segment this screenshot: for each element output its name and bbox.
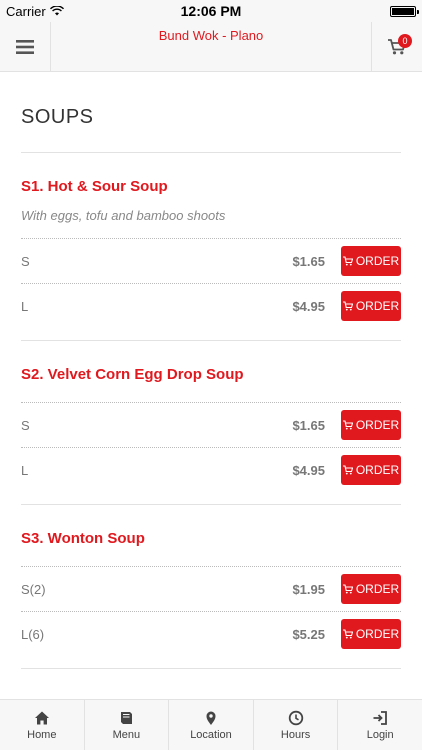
cart-count-badge: 0 [398, 34, 412, 48]
carrier-label: Carrier [6, 3, 46, 19]
price-row: L $4.95 ORDER [21, 283, 401, 328]
status-time: 12:06 PM [180, 3, 242, 19]
order-button[interactable]: ORDER [341, 291, 401, 321]
order-label: ORDER [355, 299, 400, 313]
item-divider [21, 668, 401, 669]
item-name: S2. Velvet Corn Egg Drop Soup [21, 366, 244, 383]
order-label: ORDER [355, 582, 400, 596]
size-label: S(2) [21, 581, 46, 597]
cart-icon [342, 301, 353, 311]
menu-content[interactable]: SOUPS S1. Hot & Sour Soup With eggs, tof… [0, 73, 422, 699]
status-bar: Carrier 12:06 PM [0, 0, 422, 22]
menu-item: S3. Wonton Soup S(2) $1.95 ORDER L(6) $5… [21, 505, 401, 669]
cart-icon [342, 584, 353, 594]
tab-label: Login [366, 728, 394, 741]
tab-label: Menu [112, 728, 141, 741]
tab-location[interactable]: Location [169, 700, 254, 750]
cart-icon [342, 256, 353, 266]
price-row: S(2) $1.95 ORDER [21, 566, 401, 611]
tab-label: Home [27, 728, 57, 741]
size-label: S [21, 253, 30, 269]
size-label: L(6) [21, 626, 45, 642]
order-button[interactable]: ORDER [341, 410, 401, 440]
price-row: L $4.95 ORDER [21, 447, 401, 492]
tab-hours[interactable]: Hours [254, 700, 339, 750]
order-button[interactable]: ORDER [341, 574, 401, 604]
tab-login[interactable]: Login [338, 700, 422, 750]
price-label: $1.65 [292, 417, 325, 433]
hamburger-menu-button[interactable] [0, 22, 51, 72]
hamburger-icon [16, 40, 34, 54]
price-label: $4.95 [292, 462, 325, 478]
order-label: ORDER [355, 254, 400, 268]
price-label: $4.95 [292, 298, 325, 314]
page-title: Bund Wok - Plano [158, 28, 264, 43]
tab-home[interactable]: Home [0, 700, 85, 750]
tab-label: Hours [280, 728, 311, 741]
item-name: S3. Wonton Soup [21, 530, 145, 547]
battery-icon [389, 5, 419, 17]
cart-icon [342, 629, 353, 639]
tab-label: Location [190, 728, 232, 741]
wifi-icon [49, 6, 64, 16]
section-title: SOUPS [21, 106, 94, 128]
size-label: L [21, 298, 29, 314]
order-button[interactable]: ORDER [341, 619, 401, 649]
book-icon [121, 711, 133, 724]
price-label: $1.95 [292, 581, 325, 597]
home-icon [34, 711, 49, 724]
cart-icon [342, 465, 353, 475]
bottom-tab-bar: Home Menu Location Hours Login [0, 699, 422, 750]
login-icon [373, 710, 388, 725]
price-label: $1.65 [292, 253, 325, 269]
item-name: S1. Hot & Sour Soup [21, 178, 168, 195]
menu-item: S2. Velvet Corn Egg Drop Soup S $1.65 OR… [21, 341, 401, 505]
status-left: Carrier [6, 4, 126, 19]
top-bar: Bund Wok - Plano 0 [0, 22, 422, 72]
price-row: S $1.65 ORDER [21, 238, 401, 283]
size-label: S [21, 417, 30, 433]
cart-icon [342, 420, 353, 430]
menu-item: S1. Hot & Sour Soup With eggs, tofu and … [21, 153, 401, 341]
order-label: ORDER [355, 463, 400, 477]
price-label: $5.25 [292, 626, 325, 642]
order-label: ORDER [355, 418, 400, 432]
clock-icon [288, 710, 303, 725]
size-label: L [21, 462, 29, 478]
map-pin-icon [206, 711, 216, 725]
tab-menu[interactable]: Menu [85, 700, 170, 750]
order-button[interactable]: ORDER [341, 455, 401, 485]
price-row: L(6) $5.25 ORDER [21, 611, 401, 656]
order-label: ORDER [355, 627, 400, 641]
item-description: With eggs, tofu and bamboo shoots [21, 208, 226, 223]
price-row: S $1.65 ORDER [21, 402, 401, 447]
cart-button[interactable]: 0 [371, 22, 422, 72]
order-button[interactable]: ORDER [341, 246, 401, 276]
